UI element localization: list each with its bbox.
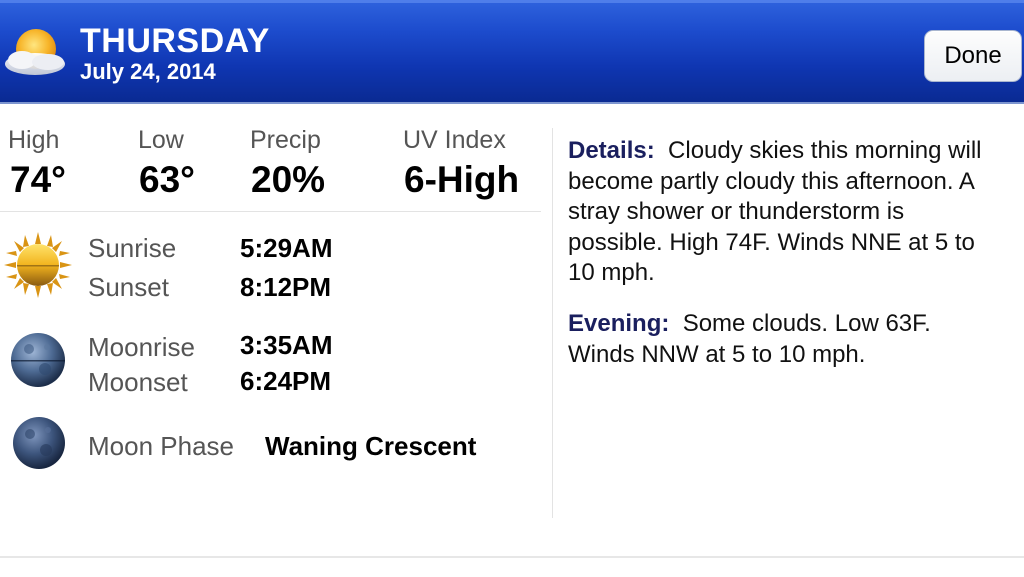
moon-phase-icon <box>13 417 65 469</box>
bottom-divider <box>0 556 1024 558</box>
sunrise-value: 5:29AM <box>240 233 333 263</box>
header-bar: THURSDAY July 24, 2014 Done <box>0 0 1024 104</box>
column-divider <box>552 128 553 518</box>
moon-icon <box>11 333 65 387</box>
low-label: Low <box>138 126 184 154</box>
evening-paragraph: Evening: Some clouds. Low 63F. Winds NNW… <box>568 309 1004 370</box>
high-label: High <box>8 126 60 154</box>
day-title: THURSDAY <box>80 22 270 60</box>
partly-cloudy-icon <box>5 29 65 75</box>
details-label: Details: <box>568 137 655 164</box>
low-value: 63° <box>139 159 195 200</box>
precip-value: 20% <box>251 159 326 200</box>
sun-icon <box>4 232 72 298</box>
moonset-value: 6:24PM <box>240 366 332 396</box>
details-paragraph: Details: Cloudy skies this morning will … <box>568 136 1004 289</box>
high-value: 74° <box>10 159 66 200</box>
sunrise-label: Sunrise <box>88 233 177 263</box>
stats-divider <box>0 211 541 212</box>
date-subtitle: July 24, 2014 <box>80 59 216 84</box>
evening-label: Evening: <box>568 310 670 337</box>
moonrise-label: Moonrise <box>88 332 195 362</box>
uv-index-label: UV Index <box>403 126 506 154</box>
moon-phase-value: Waning Crescent <box>265 431 477 461</box>
sunset-value: 8:12PM <box>240 272 332 302</box>
moonrise-value: 3:35AM <box>240 330 333 360</box>
uv-index-value: 6-High <box>404 159 520 200</box>
precip-label: Precip <box>250 126 321 154</box>
sunset-label: Sunset <box>88 272 169 302</box>
moonset-label: Moonset <box>88 367 188 397</box>
moon-phase-label: Moon Phase <box>88 431 234 461</box>
done-button[interactable]: Done <box>924 30 1022 82</box>
